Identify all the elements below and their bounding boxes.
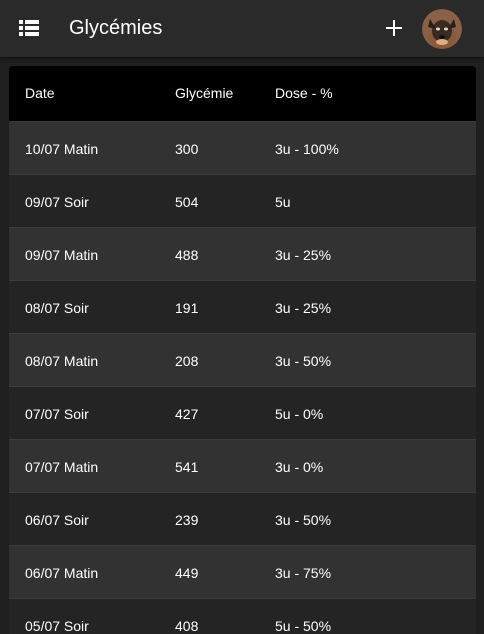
table-row[interactable]: 06/07 Soir 239 3u - 50%: [9, 493, 476, 546]
cell-glycemie: 541: [175, 459, 199, 475]
cell-dose: 3u - 50%: [275, 353, 332, 369]
cell-date: 10/07 Matin: [25, 141, 99, 157]
app-window: Glycémies Date Glycémie Dose - % 10/07 M…: [0, 0, 484, 634]
cell-glycemie: 427: [175, 406, 199, 422]
avatar-image: [422, 9, 462, 49]
cell-date: 07/07 Soir: [25, 406, 89, 422]
cell-date: 05/07 Soir: [25, 618, 89, 634]
app-bar: Glycémies: [0, 0, 484, 57]
cell-glycemie: 191: [175, 300, 199, 316]
cell-glycemie: 208: [175, 353, 199, 369]
plus-icon: [386, 20, 402, 36]
table-row[interactable]: 09/07 Soir 504 5u: [9, 175, 476, 228]
cell-dose: 3u - 0%: [275, 459, 324, 475]
cell-date: 06/07 Soir: [25, 512, 89, 528]
add-entry-button[interactable]: [380, 14, 408, 42]
cell-dose: 3u - 25%: [275, 247, 332, 263]
table-header: Date Glycémie Dose - %: [9, 66, 476, 122]
list-menu-icon-graphic: [19, 20, 39, 36]
column-header-glycemie[interactable]: Glycémie: [175, 85, 233, 101]
cell-glycemie: 239: [175, 512, 199, 528]
page-title: Glycémies: [69, 17, 163, 39]
cell-dose: 5u - 0%: [275, 406, 324, 422]
cell-glycemie: 408: [175, 618, 199, 634]
cell-glycemie: 488: [175, 247, 199, 263]
cell-dose: 5u - 50%: [275, 618, 332, 634]
cell-glycemie: 449: [175, 565, 199, 581]
cell-date: 08/07 Soir: [25, 300, 89, 316]
cell-dose: 5u: [275, 194, 291, 210]
column-header-date[interactable]: Date: [25, 85, 55, 101]
cell-dose: 3u - 50%: [275, 512, 332, 528]
cell-date: 07/07 Matin: [25, 459, 99, 475]
user-avatar[interactable]: [422, 9, 462, 49]
glycemia-table: Date Glycémie Dose - % 10/07 Matin 300 3…: [9, 66, 476, 634]
table-row[interactable]: 05/07 Soir 408 5u - 50%: [9, 599, 476, 634]
list-menu-icon[interactable]: [19, 20, 39, 36]
table-row[interactable]: 08/07 Matin 208 3u - 50%: [9, 334, 476, 387]
cell-date: 06/07 Matin: [25, 565, 99, 581]
cell-dose: 3u - 75%: [275, 565, 332, 581]
table-row[interactable]: 06/07 Matin 449 3u - 75%: [9, 546, 476, 599]
cell-date: 08/07 Matin: [25, 353, 99, 369]
table-row[interactable]: 10/07 Matin 300 3u - 100%: [9, 122, 476, 175]
table-row[interactable]: 07/07 Matin 541 3u - 0%: [9, 440, 476, 493]
cell-glycemie: 504: [175, 194, 199, 210]
column-header-dose[interactable]: Dose - %: [275, 85, 333, 101]
cell-date: 09/07 Matin: [25, 247, 99, 263]
cell-dose: 3u - 25%: [275, 300, 332, 316]
table-row[interactable]: 08/07 Soir 191 3u - 25%: [9, 281, 476, 334]
table-row[interactable]: 07/07 Soir 427 5u - 0%: [9, 387, 476, 440]
cell-glycemie: 300: [175, 141, 199, 157]
cell-date: 09/07 Soir: [25, 194, 89, 210]
cell-dose: 3u - 100%: [275, 141, 339, 157]
table-row[interactable]: 09/07 Matin 488 3u - 25%: [9, 228, 476, 281]
